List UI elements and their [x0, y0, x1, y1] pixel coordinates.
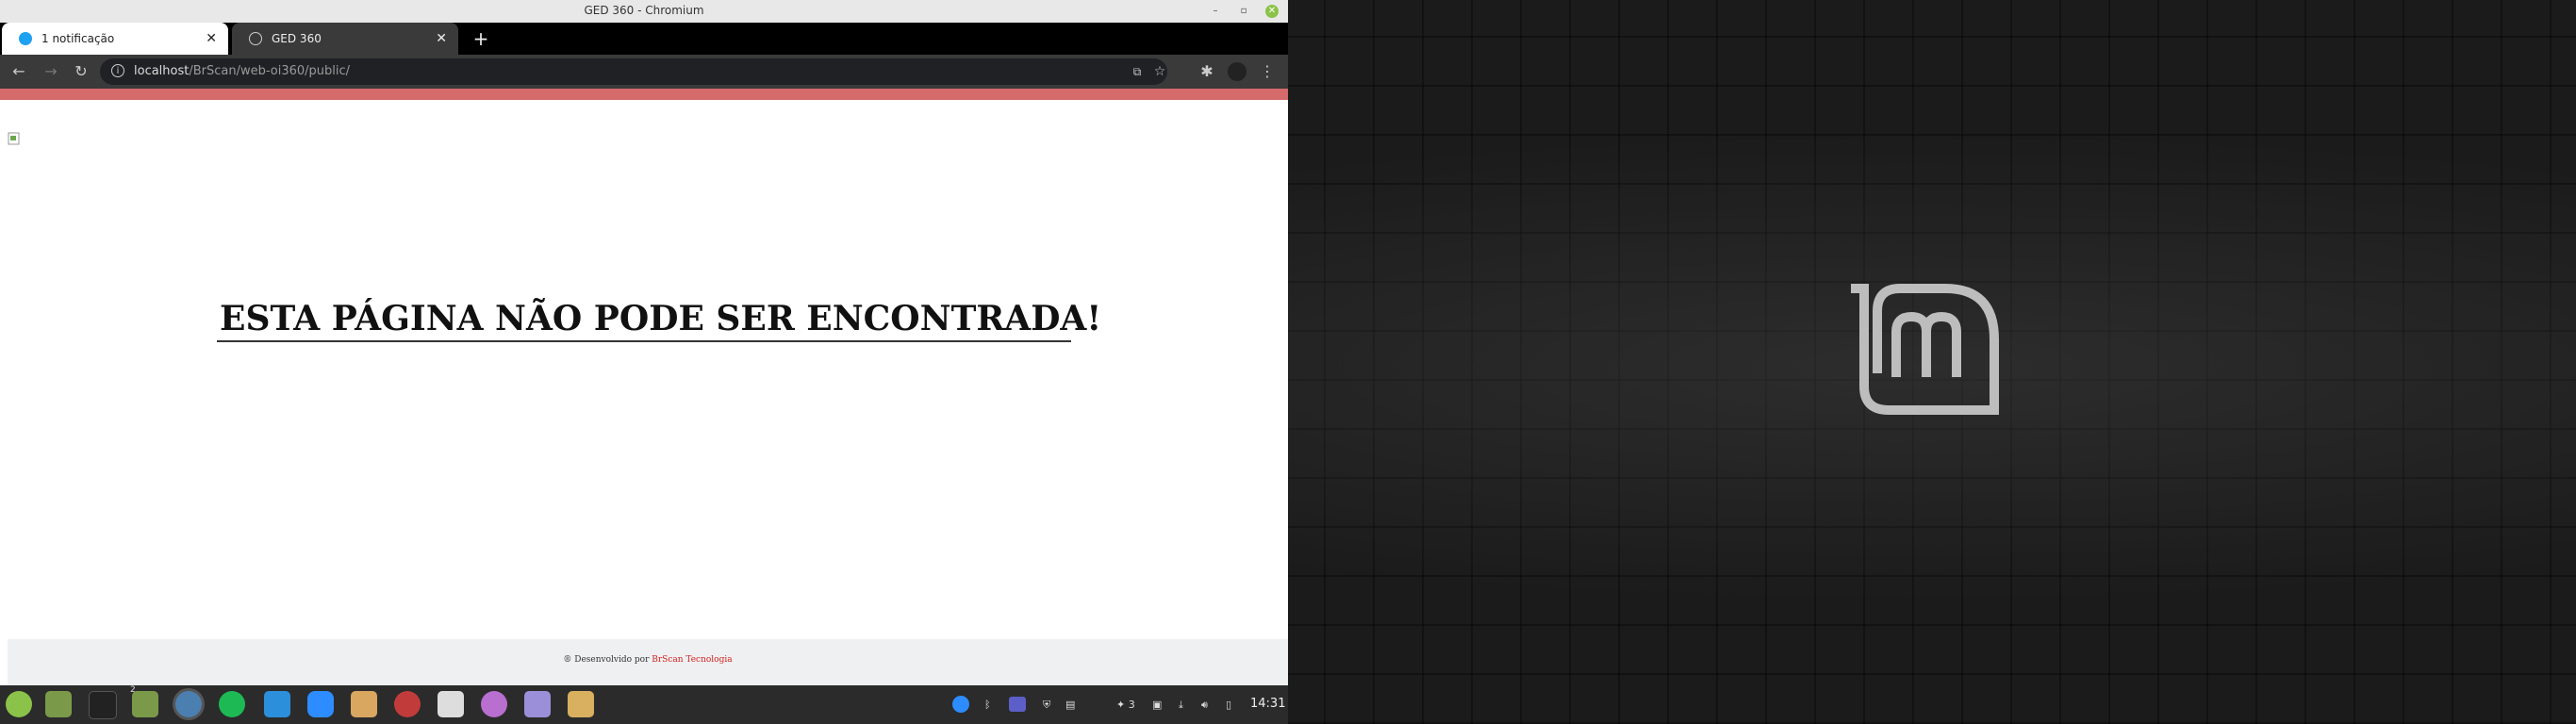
- reload-icon[interactable]: ↻: [72, 62, 91, 81]
- clock[interactable]: 14:31: [1250, 697, 1285, 711]
- tab-notification[interactable]: 1 notificação ✕: [2, 23, 228, 55]
- page-accent-bar: [0, 89, 1288, 100]
- updates-count-value: 3: [1128, 699, 1135, 711]
- menu-kebab-icon[interactable]: ⋮: [1258, 62, 1277, 81]
- spotify-icon[interactable]: [219, 691, 245, 717]
- vpn-icon[interactable]: ▣: [1152, 699, 1162, 712]
- archive-icon[interactable]: [351, 691, 377, 717]
- package-icon[interactable]: [568, 691, 594, 717]
- browser-toolbar: ← → ↻ i localhost/BrScan/web-oi360/publi…: [0, 55, 1288, 89]
- footer-text: ® Desenvolvido por: [563, 655, 652, 665]
- url-path: /BrScan/web-oi360/public/: [189, 64, 351, 78]
- network-icon[interactable]: ▤: [1065, 699, 1075, 712]
- chat-bubble-icon: [19, 32, 32, 45]
- workspace-badge: 2: [130, 685, 136, 695]
- files-icon[interactable]: [45, 691, 72, 717]
- broken-image-icon: [8, 132, 20, 145]
- linux-mint-menu-icon[interactable]: [6, 691, 32, 717]
- title-bar: GED 360 - Chromium – ▫ ✕: [0, 0, 1288, 24]
- extensions-puzzle-icon[interactable]: ✱: [1197, 62, 1216, 81]
- page-content: ESTA PÁGINA NÃO PODE SER ENCONTRADA!: [0, 100, 1288, 639]
- zoom-icon[interactable]: [307, 691, 334, 717]
- updates-count[interactable]: ✦ 3: [1116, 699, 1135, 712]
- translate-icon[interactable]: ⧉: [1128, 62, 1147, 81]
- footer-company-link[interactable]: BrScan Tecnologia: [652, 655, 732, 665]
- chromium-icon[interactable]: [175, 691, 202, 717]
- bluetooth-icon[interactable]: ᛒ: [984, 699, 991, 712]
- folder-icon[interactable]: 2: [130, 685, 158, 717]
- tab-strip: 1 notificação ✕ GED 360 ✕: [0, 23, 1288, 55]
- page-footer: ® Desenvolvido por BrScan Tecnologia: [8, 639, 1288, 685]
- heading-underline: [217, 340, 1071, 342]
- download-icon[interactable]: ⤓: [1179, 699, 1183, 712]
- globe-icon: [249, 32, 262, 45]
- glasses-icon[interactable]: [394, 691, 421, 717]
- chromium-window: GED 360 - Chromium – ▫ ✕ 1 notificação ✕…: [0, 0, 1288, 685]
- window-title: GED 360 - Chromium: [584, 4, 704, 17]
- shuffle-icon[interactable]: [481, 691, 507, 717]
- back-arrow-icon[interactable]: ←: [9, 62, 28, 81]
- close-icon[interactable]: ✕: [436, 23, 447, 55]
- minimize-button[interactable]: –: [1209, 5, 1222, 18]
- teamviewer-icon[interactable]: [952, 696, 969, 713]
- text-editor-icon[interactable]: [524, 691, 551, 717]
- site-info-icon[interactable]: i: [111, 64, 124, 77]
- clipboard-icon[interactable]: ▯: [1226, 699, 1231, 712]
- address-bar[interactable]: i localhost/BrScan/web-oi360/public/ ⧉ ☆: [100, 58, 1167, 85]
- forward-arrow-icon[interactable]: →: [41, 62, 60, 81]
- bookmark-star-icon[interactable]: ☆: [1150, 62, 1169, 81]
- url-host: localhost: [134, 64, 190, 78]
- tab-label: 1 notificação: [41, 32, 115, 45]
- tab-ged360[interactable]: GED 360 ✕: [232, 23, 458, 55]
- taskbar: 2 ᛒ ⛨ ▤ ✦ 3 ▣ ⤓ 🔊︎ ▯ 14:31: [0, 685, 1288, 724]
- maximize-button[interactable]: ▫: [1237, 5, 1250, 18]
- terminal-icon[interactable]: [89, 691, 117, 719]
- new-tab-button[interactable]: +: [471, 23, 490, 55]
- close-icon[interactable]: ✕: [206, 23, 217, 55]
- vscode-icon[interactable]: [264, 691, 290, 717]
- settings-icon[interactable]: [438, 691, 464, 717]
- gear-icon: ✦: [1116, 699, 1129, 711]
- url-text[interactable]: localhost/BrScan/web-oi360/public/: [134, 64, 350, 78]
- shield-icon[interactable]: ⛨: [1043, 699, 1050, 712]
- tab-label: GED 360: [272, 32, 322, 45]
- teams-icon[interactable]: [1009, 697, 1026, 712]
- volume-icon[interactable]: 🔊︎: [1201, 699, 1208, 712]
- close-window-button[interactable]: ✕: [1265, 5, 1279, 18]
- profile-avatar[interactable]: [1228, 62, 1247, 81]
- linux-mint-logo: [1851, 284, 1999, 415]
- error-heading: ESTA PÁGINA NÃO PODE SER ENCONTRADA!: [220, 299, 1102, 338]
